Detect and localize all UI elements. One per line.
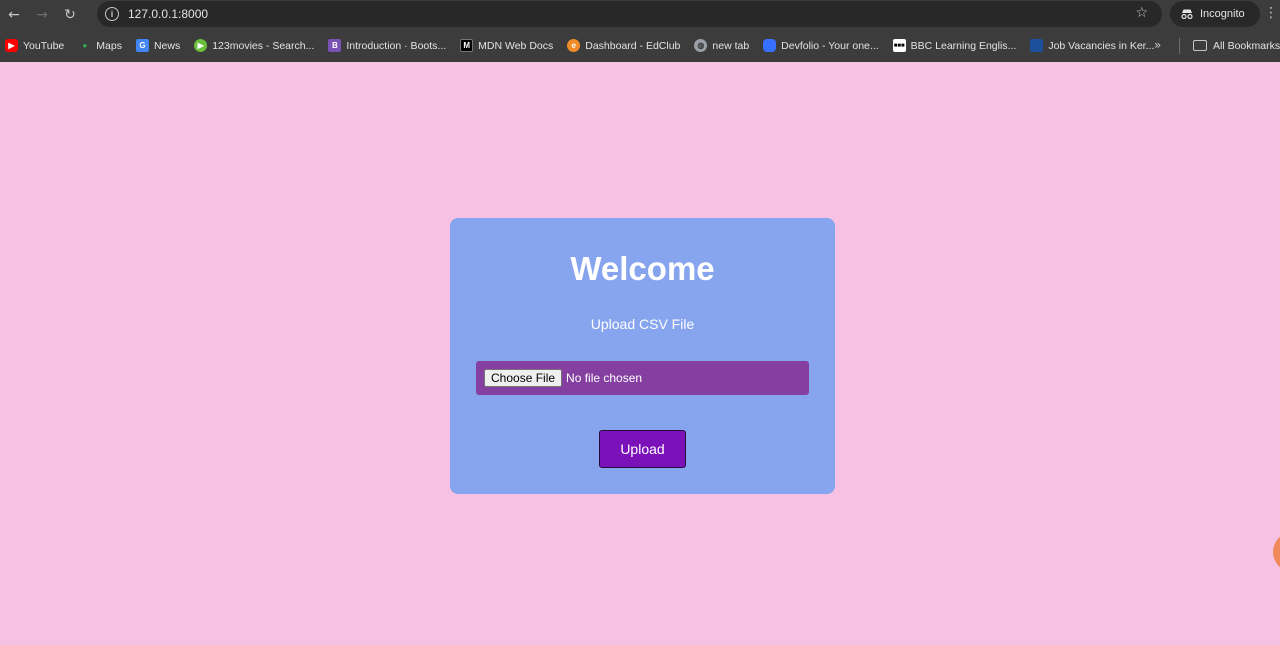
maps-icon: ●	[82, 41, 88, 50]
browser-toolbar: ← → ↻ i 127.0.0.1:8000 ☆ Incognito ⋮	[0, 0, 1280, 29]
back-icon[interactable]: ←	[0, 1, 28, 29]
youtube-icon: ▶	[5, 39, 18, 52]
incognito-badge[interactable]: Incognito	[1170, 1, 1260, 27]
bookmark-news[interactable]: G News	[135, 39, 180, 52]
file-status-text: No file chosen	[566, 371, 643, 385]
site-info-icon[interactable]: i	[105, 7, 119, 21]
upload-card: Welcome Upload CSV File Choose File No f…	[450, 218, 835, 494]
edclub-icon: e	[567, 39, 581, 52]
bookmark-bootstrap[interactable]: B Introduction · Boots...	[328, 39, 446, 52]
devfolio-icon	[763, 39, 777, 52]
bootstrap-icon: B	[328, 39, 342, 52]
mdn-icon: M	[460, 39, 474, 52]
forward-icon[interactable]: →	[28, 1, 56, 29]
incognito-icon	[1181, 9, 1193, 19]
browser-menu-icon[interactable]: ⋮	[1264, 5, 1278, 21]
jobs-icon	[1030, 39, 1044, 52]
choose-file-button[interactable]: Choose File	[484, 369, 563, 387]
upload-button[interactable]: Upload	[599, 430, 686, 468]
bookmark-new-tab[interactable]: ◍ new tab	[694, 39, 749, 52]
address-url[interactable]: 127.0.0.1:8000	[128, 7, 208, 21]
bbc-icon: ■■■	[892, 39, 906, 52]
more-bookmarks-icon[interactable]: »	[1154, 38, 1161, 52]
all-bookmarks-button[interactable]: All Bookmarks	[1193, 29, 1280, 62]
bookmarks-bar: ▶ YouTube ● Maps G News ▶ 123movies - Search…	[0, 29, 1280, 62]
bookmark-youtube[interactable]: ▶ YouTube	[5, 39, 64, 52]
incognito-label: Incognito	[1200, 8, 1245, 20]
bookmarks-divider	[1179, 38, 1180, 54]
news-icon: G	[135, 39, 149, 52]
globe-icon: ◍	[694, 39, 708, 52]
floating-extension-icon[interactable]	[1273, 532, 1280, 572]
file-input[interactable]: Choose File No file chosen	[476, 361, 809, 395]
bookmark-jobs[interactable]: Job Vacancies in Ker...	[1030, 39, 1154, 52]
bookmark-bbc[interactable]: ■■■ BBC Learning Englis...	[892, 39, 1016, 52]
folder-icon	[1193, 40, 1207, 51]
bookmark-star-icon[interactable]: ☆	[1135, 5, 1148, 21]
bookmark-devfolio[interactable]: Devfolio - Your one...	[763, 39, 879, 52]
bookmark-edclub[interactable]: e Dashboard - EdClub	[567, 39, 680, 52]
all-bookmarks-label: All Bookmarks	[1213, 39, 1280, 52]
play-icon: ▶	[194, 39, 208, 52]
upload-subtitle: Upload CSV File	[590, 316, 695, 332]
address-bar[interactable]: i 127.0.0.1:8000 ☆	[97, 1, 1162, 27]
page-title: Welcome	[570, 250, 715, 287]
reload-icon[interactable]: ↻	[56, 1, 84, 29]
bookmark-123movies[interactable]: ▶ 123movies - Search...	[194, 39, 314, 52]
bookmark-maps[interactable]: ● Maps	[78, 39, 122, 52]
bookmark-mdn[interactable]: M MDN Web Docs	[460, 39, 553, 52]
